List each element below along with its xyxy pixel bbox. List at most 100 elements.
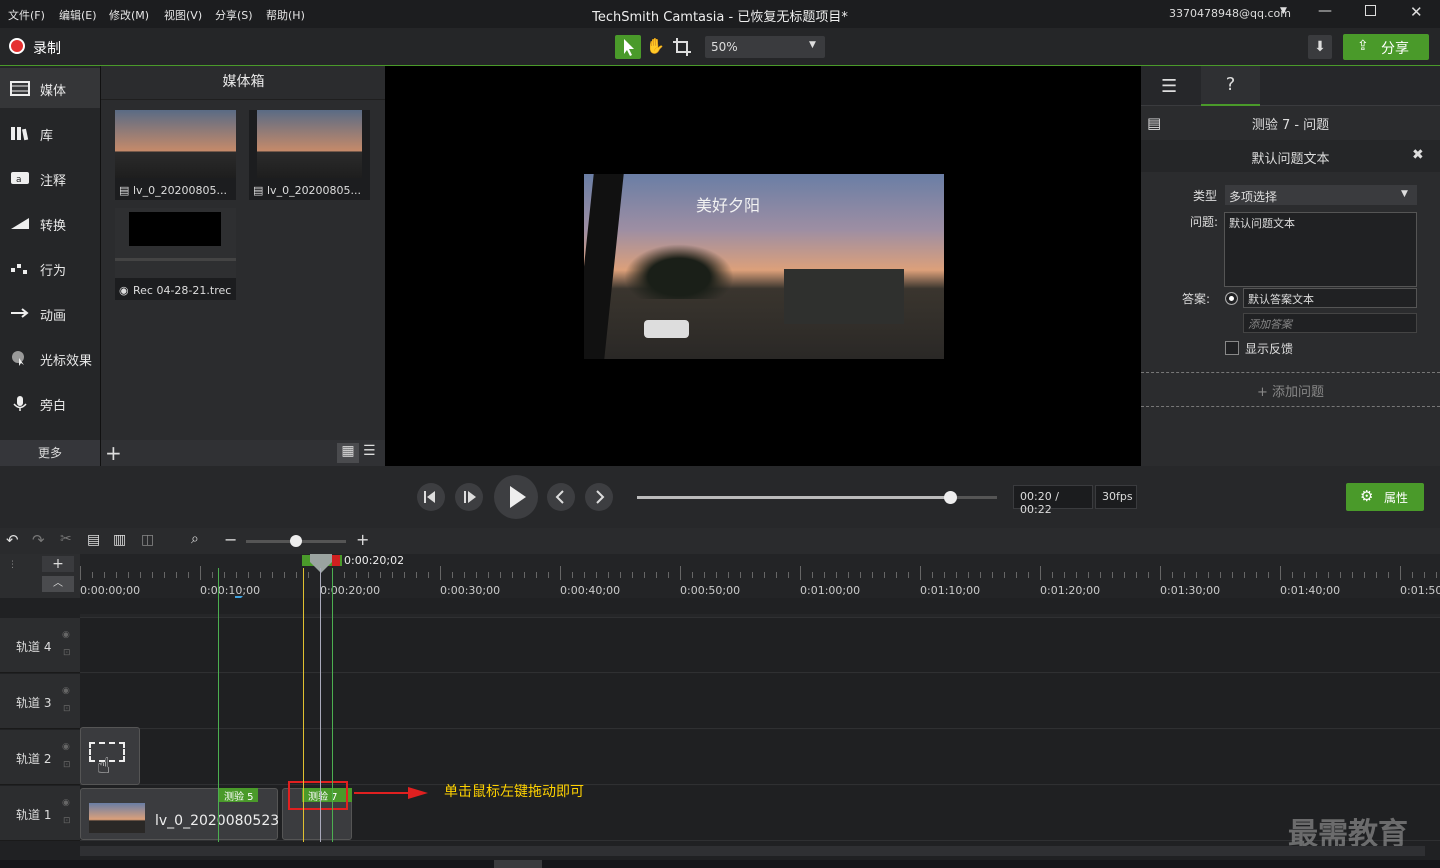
nav-cursor-effects[interactable]: 光标效果	[0, 338, 100, 378]
account-name[interactable]: 3370478948@qq.com	[1169, 7, 1291, 20]
play-button[interactable]	[494, 475, 538, 519]
record-button[interactable]: 录制	[33, 38, 61, 58]
out-point-marker[interactable]	[332, 555, 340, 566]
split-icon[interactable]: ◫	[141, 532, 154, 548]
ruler-tick	[848, 572, 849, 578]
lock-icon[interactable]: ⊡	[63, 816, 71, 826]
nav-library[interactable]: 库	[0, 113, 100, 153]
playhead-icon[interactable]	[309, 554, 333, 574]
nav-more[interactable]: 更多	[0, 440, 100, 466]
quiz-marker-5[interactable]: 测验 5	[218, 788, 258, 803]
add-answer-input[interactable]: 添加答案	[1243, 313, 1417, 333]
copy-icon[interactable]: ▤	[87, 532, 100, 548]
nav-annotations[interactable]: a 注释	[0, 158, 100, 198]
type-dropdown[interactable]: 多项选择 ▼	[1225, 185, 1417, 205]
collapse-icon[interactable]: ︿	[42, 576, 74, 592]
video-frame[interactable]: 美好夕阳	[584, 174, 944, 359]
ruler-tick	[656, 572, 657, 578]
eye-icon[interactable]: ◉	[62, 686, 70, 696]
crop-tool-icon[interactable]	[672, 37, 692, 57]
menu-help[interactable]: 帮助(H)	[266, 7, 305, 23]
media-item[interactable]: ▤ lv_0_20200805...	[115, 110, 236, 200]
nav-media[interactable]: 媒体	[0, 68, 100, 108]
timeline-ruler[interactable]: 0:00:00;00 0:00:10;00 0:00:20;00 0:00:30…	[80, 554, 1440, 604]
preview-canvas[interactable]: 美好夕阳	[385, 66, 1141, 466]
answer-input[interactable]: 默认答案文本	[1243, 288, 1417, 308]
redo-icon[interactable]: ↷	[32, 531, 45, 549]
track-header-4[interactable]: 轨道 4 ◉ ⊡	[0, 618, 80, 673]
playback-progress-track[interactable]	[637, 491, 997, 504]
track-row-3[interactable]	[80, 674, 1440, 729]
eye-icon[interactable]: ◉	[62, 742, 70, 752]
close-icon[interactable]: ✖	[1412, 147, 1424, 163]
scroll-thumb[interactable]	[494, 860, 542, 868]
zoom-out-icon[interactable]: −	[224, 530, 237, 549]
ruler-tick	[1136, 572, 1137, 578]
zoom-in-icon[interactable]: +	[356, 530, 369, 549]
grid-view-icon[interactable]: ▦	[337, 443, 359, 463]
timeline-toolbar: ↶ ↷ ✂ ▤ ▥ ◫ ⌕ − +	[0, 528, 1440, 554]
previous-button[interactable]	[547, 483, 575, 511]
lock-icon[interactable]: ⊡	[63, 648, 71, 658]
download-icon[interactable]: ⬇	[1308, 35, 1332, 59]
add-question-button[interactable]: + 添加问题	[1141, 372, 1440, 407]
nav-voice-narration[interactable]: 旁白	[0, 383, 100, 423]
step-forward-icon	[464, 491, 476, 503]
track-row-4[interactable]	[80, 618, 1440, 673]
minimize-icon[interactable]: —	[1318, 3, 1332, 19]
track-header-1[interactable]: 轨道 1 ◉ ⊡	[0, 786, 80, 841]
menu-file[interactable]: 文件(F)	[8, 7, 45, 23]
recording-icon: ◉	[119, 284, 129, 297]
ruler-tick	[608, 572, 609, 578]
cursor-effect-clip[interactable]: ☝	[80, 727, 140, 785]
lock-icon[interactable]: ⊡	[63, 760, 71, 770]
add-media-icon[interactable]: +	[105, 441, 122, 465]
list-view-icon[interactable]: ☰	[363, 443, 376, 459]
track-row-2[interactable]	[80, 730, 1440, 785]
zoom-dropdown[interactable]: 50% ▼	[705, 36, 825, 58]
paste-icon[interactable]: ▥	[113, 532, 126, 548]
show-feedback-checkbox[interactable]	[1225, 341, 1239, 355]
select-tool-button[interactable]	[615, 35, 641, 59]
step-forward-button[interactable]	[455, 483, 483, 511]
eye-icon[interactable]: ◉	[62, 798, 70, 808]
chevron-down-icon[interactable]: ▼	[1280, 6, 1287, 16]
nav-behaviors[interactable]: 行为	[0, 248, 100, 288]
close-icon[interactable]: ✕	[1410, 3, 1423, 21]
ruler-tick	[980, 572, 981, 578]
track-header-3[interactable]: 轨道 3 ◉ ⊡	[0, 674, 80, 729]
track-header-2[interactable]: 轨道 2 ◉ ⊡	[0, 730, 80, 785]
timeline-zoom-slider[interactable]	[246, 535, 346, 547]
menu-modify[interactable]: 修改(M)	[109, 7, 149, 23]
question-textarea[interactable]: 默认问题文本	[1224, 212, 1417, 287]
record-icon[interactable]	[9, 38, 25, 54]
restore-icon[interactable]	[1365, 5, 1376, 16]
nav-animations[interactable]: 动画	[0, 293, 100, 333]
list-icon[interactable]: ☰	[1161, 76, 1177, 97]
step-back-button[interactable]	[417, 483, 445, 511]
share-button[interactable]: ⇪ 分享	[1343, 34, 1429, 60]
cut-icon[interactable]: ✂	[60, 531, 72, 547]
animation-arrow-icon	[11, 308, 29, 318]
media-item[interactable]: ◉ Rec 04-28-21.trec	[115, 208, 236, 300]
menu-edit[interactable]: 编辑(E)	[59, 7, 97, 23]
eye-icon[interactable]: ◉	[62, 630, 70, 640]
media-item[interactable]: ▤ lv_0_20200805...	[249, 110, 370, 200]
next-button[interactable]	[585, 483, 613, 511]
help-tab[interactable]: ?	[1201, 66, 1260, 106]
horizontal-scrollbar[interactable]	[80, 846, 1425, 856]
answer-radio[interactable]	[1225, 292, 1238, 305]
playback-scrubber[interactable]	[944, 491, 958, 504]
track-height-slider[interactable]: ⋮	[8, 560, 17, 590]
menu-view[interactable]: 视图(V)	[164, 7, 202, 23]
lock-icon[interactable]: ⊡	[63, 704, 71, 714]
menu-share[interactable]: 分享(S)	[215, 7, 253, 23]
zoom-slider-knob[interactable]	[290, 535, 302, 547]
ruler-tick	[908, 572, 909, 578]
zoom-icon[interactable]: ⌕	[191, 531, 199, 547]
hand-tool-icon[interactable]: ✋	[646, 37, 665, 55]
undo-icon[interactable]: ↶	[6, 531, 19, 549]
add-track-button[interactable]: +	[42, 556, 74, 572]
nav-transitions[interactable]: 转换	[0, 203, 100, 243]
properties-button[interactable]: ⚙ 属性	[1346, 483, 1424, 511]
